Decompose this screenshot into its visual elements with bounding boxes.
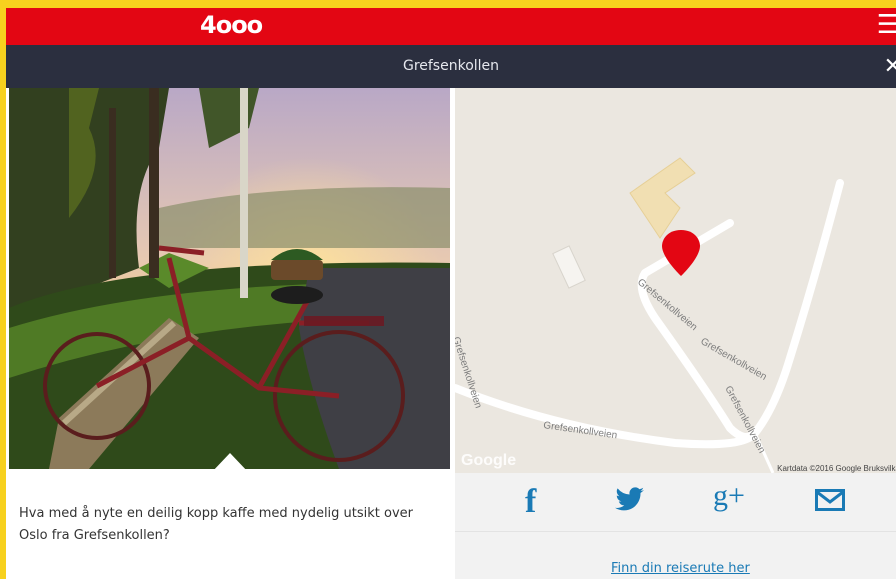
location-photo — [9, 88, 450, 469]
top-bar: 4ooo ☰ — [6, 8, 896, 45]
email-icon[interactable] — [815, 489, 845, 515]
description-panel: Hva med å nyte en deilig kopp kaffe med … — [6, 453, 455, 579]
app-frame: 4ooo ☰ Grefsenkollen ✕ Grefsenkollveien … — [6, 8, 896, 579]
page-title: Grefsenkollen — [402, 58, 500, 74]
twitter-icon[interactable] — [615, 487, 645, 517]
map[interactable]: Grefsenkollveien Grefsenkollveien Grefse… — [455, 88, 896, 473]
route-planner-link[interactable]: Finn din reiserute her — [611, 561, 750, 576]
close-icon[interactable]: ✕ — [884, 54, 896, 79]
logo[interactable]: 4ooo — [200, 11, 263, 39]
facebook-icon[interactable]: f — [525, 483, 536, 521]
pointer-notch — [211, 453, 249, 473]
google-logo: Google — [461, 452, 517, 469]
actions-panel: f g+ Finn din reiserute her — [455, 473, 896, 579]
location-description: Hva med å nyte en deilig kopp kaffe med … — [19, 506, 414, 543]
hamburger-icon[interactable]: ☰ — [877, 10, 896, 40]
share-bar: f g+ — [455, 473, 896, 532]
map-canvas[interactable]: Grefsenkollveien Grefsenkollveien Grefse… — [455, 88, 896, 473]
map-attribution[interactable]: Kartdata ©2016 Google Bruksvilkå — [777, 464, 896, 473]
title-bar: Grefsenkollen ✕ — [6, 45, 896, 88]
googleplus-icon[interactable]: g+ — [713, 479, 745, 513]
bicycle-photo-illustration — [9, 88, 450, 469]
